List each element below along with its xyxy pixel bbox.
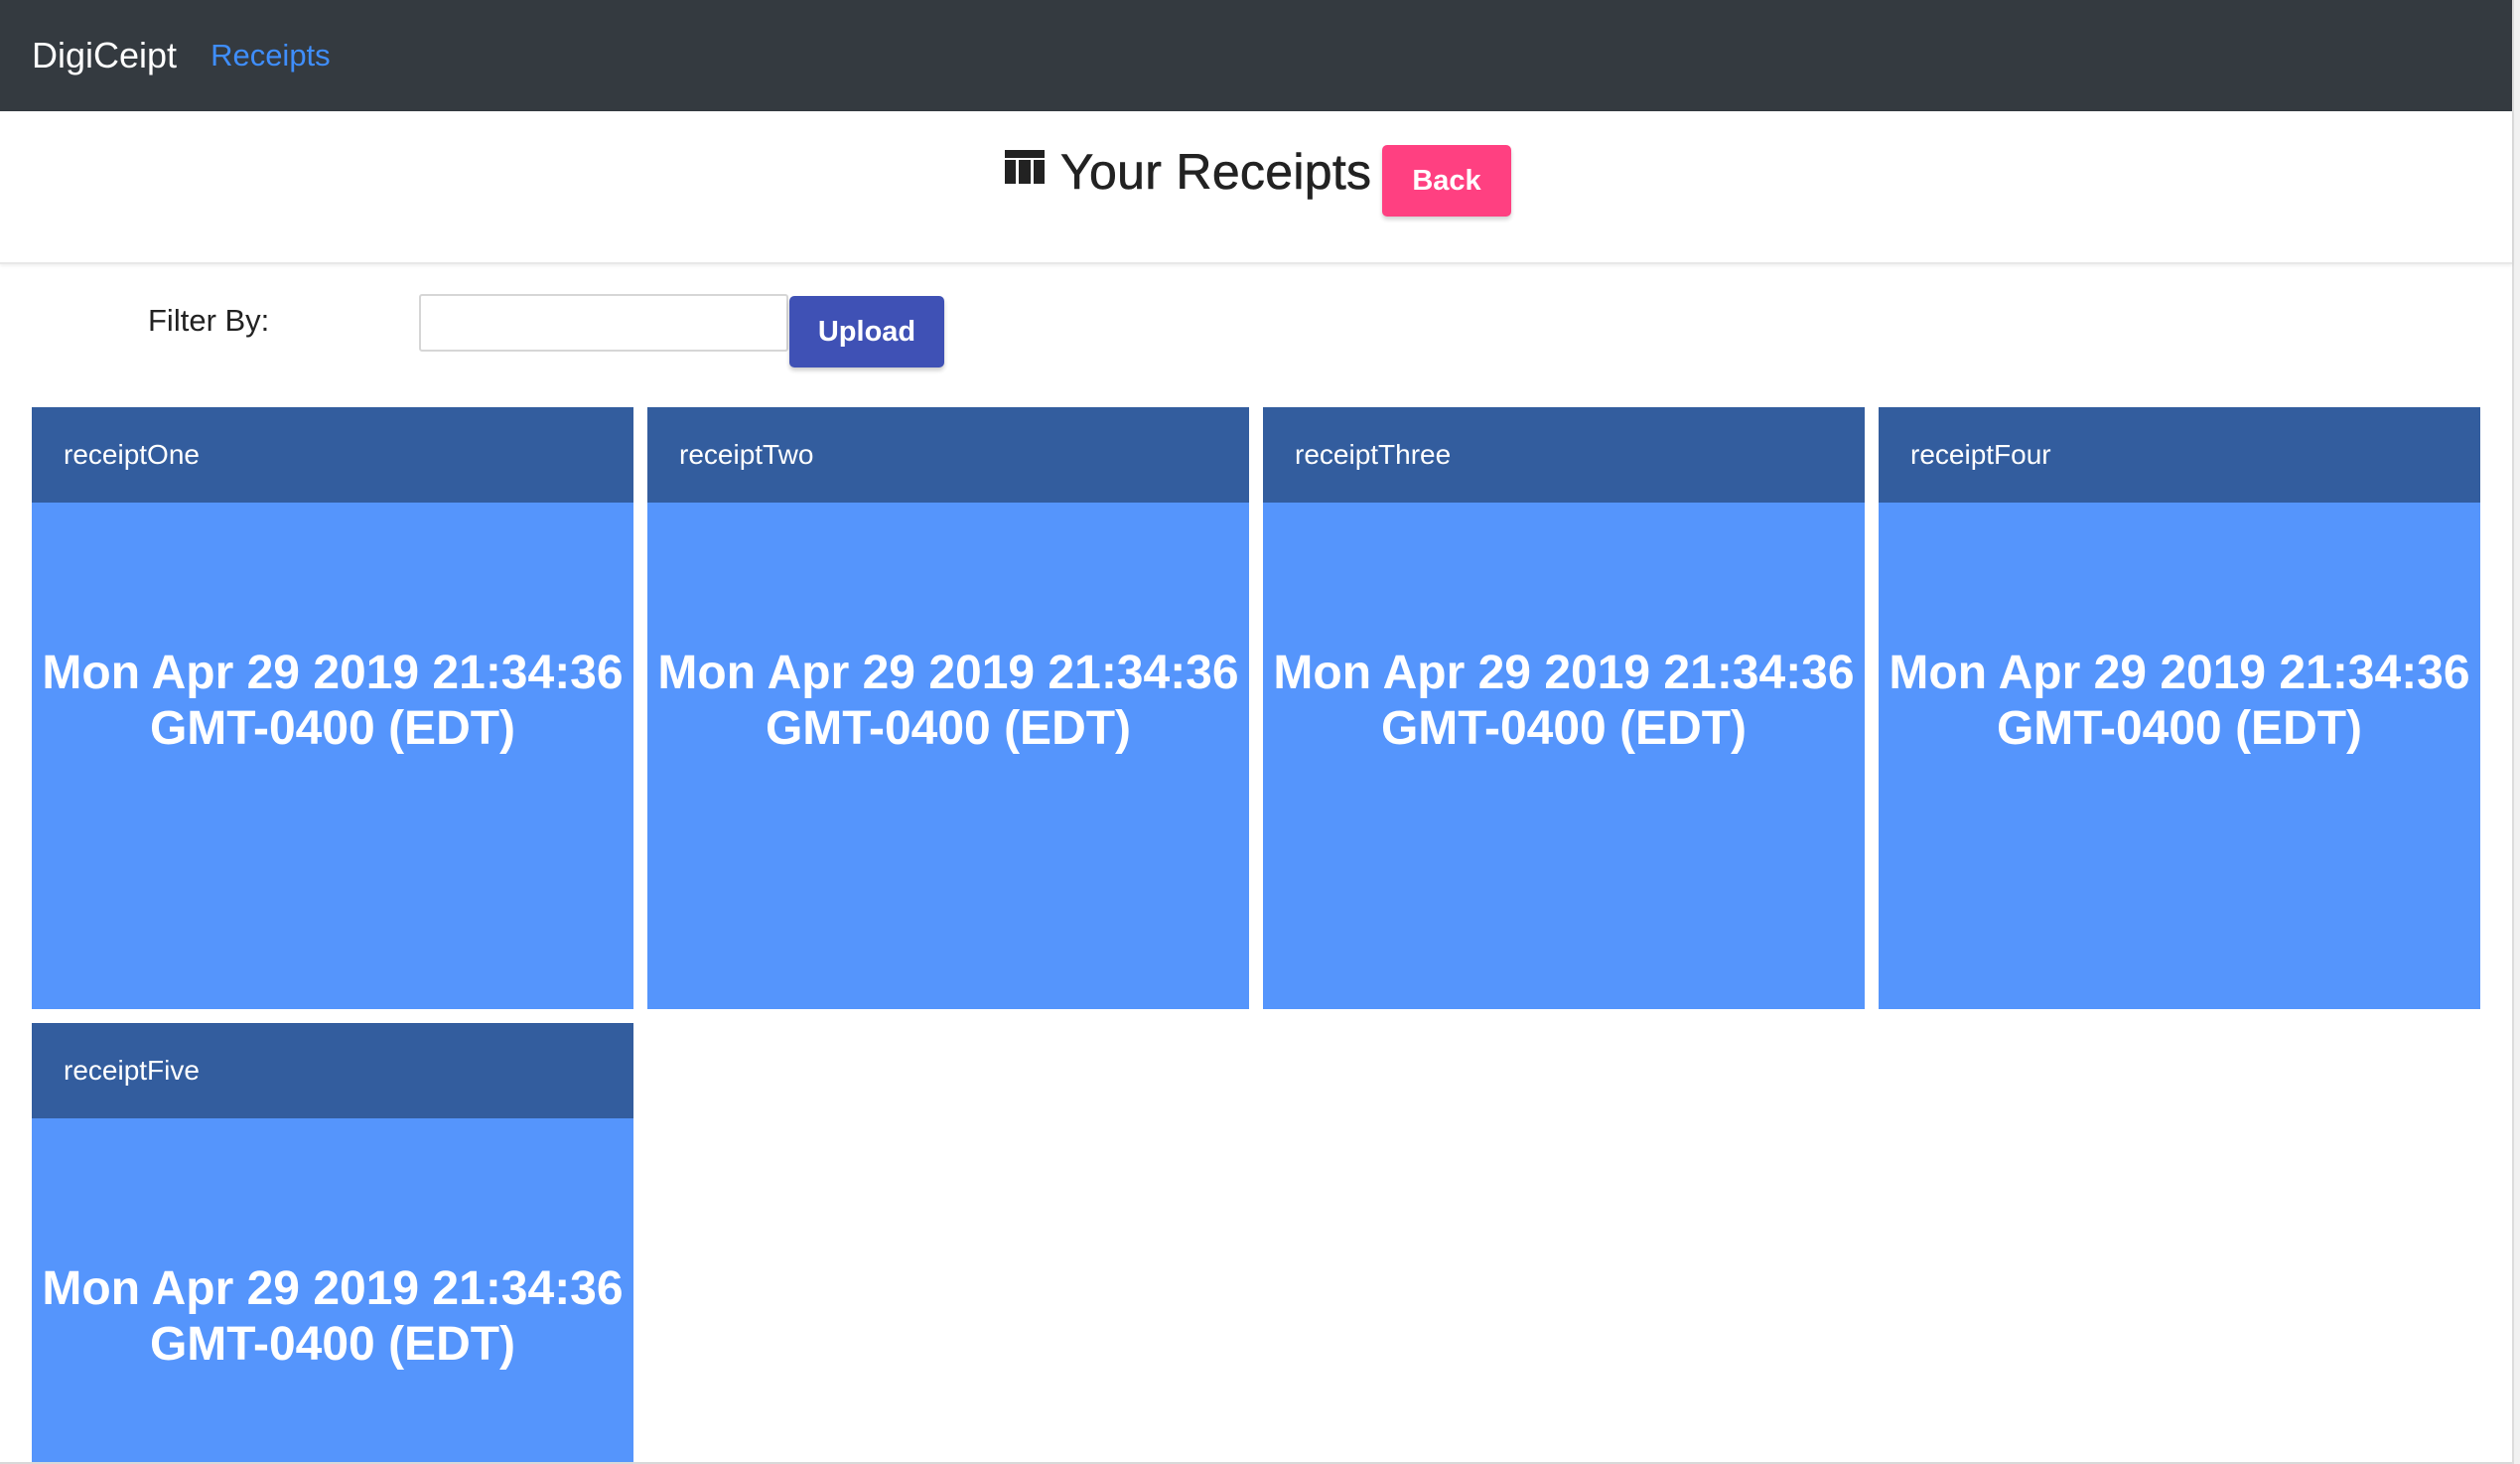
receipt-card-title: receiptThree — [1263, 407, 1865, 503]
page-title: Your Receipts — [1060, 144, 1372, 201]
receipt-card-title: receiptTwo — [647, 407, 1249, 503]
receipt-card[interactable]: receiptFive Mon Apr 29 2019 21:34:36 GMT… — [32, 1023, 633, 1464]
back-button[interactable]: Back — [1382, 145, 1511, 217]
receipt-card-title: receiptFive — [32, 1023, 633, 1118]
receipt-card[interactable]: receiptTwo Mon Apr 29 2019 21:34:36 GMT-… — [647, 407, 1249, 1009]
receipt-card-date: Mon Apr 29 2019 21:34:36 GMT-0400 (EDT) — [42, 647, 624, 755]
scrollbar-track[interactable] — [2512, 0, 2520, 1464]
receipt-card-date: Mon Apr 29 2019 21:34:36 GMT-0400 (EDT) — [1889, 647, 2470, 755]
page-header: Your Receipts — [0, 111, 2512, 264]
receipt-card-title: receiptOne — [32, 407, 633, 503]
receipt-card[interactable]: receiptThree Mon Apr 29 2019 21:34:36 GM… — [1263, 407, 1865, 1009]
receipt-card[interactable]: receiptFour Mon Apr 29 2019 21:34:36 GMT… — [1879, 407, 2480, 1009]
receipt-card-date: Mon Apr 29 2019 21:34:36 GMT-0400 (EDT) — [1273, 647, 1855, 755]
receipt-card-date: Mon Apr 29 2019 21:34:36 GMT-0400 (EDT) — [42, 1262, 624, 1371]
title-group: Your Receipts — [1005, 143, 1371, 201]
top-navbar: DigiCeipt Receipts — [0, 0, 2512, 111]
receipt-card[interactable]: receiptOne Mon Apr 29 2019 21:34:36 GMT-… — [32, 407, 633, 1009]
brand-logo[interactable]: DigiCeipt — [32, 35, 177, 76]
filter-input[interactable] — [419, 294, 788, 352]
receipt-card-title: receiptFour — [1879, 407, 2480, 503]
upload-button[interactable]: Upload — [789, 296, 944, 367]
filter-label: Filter By: — [148, 303, 270, 338]
table-icon — [1005, 150, 1045, 184]
receipt-card-date: Mon Apr 29 2019 21:34:36 GMT-0400 (EDT) — [657, 647, 1239, 755]
nav-link-receipts[interactable]: Receipts — [210, 38, 331, 73]
